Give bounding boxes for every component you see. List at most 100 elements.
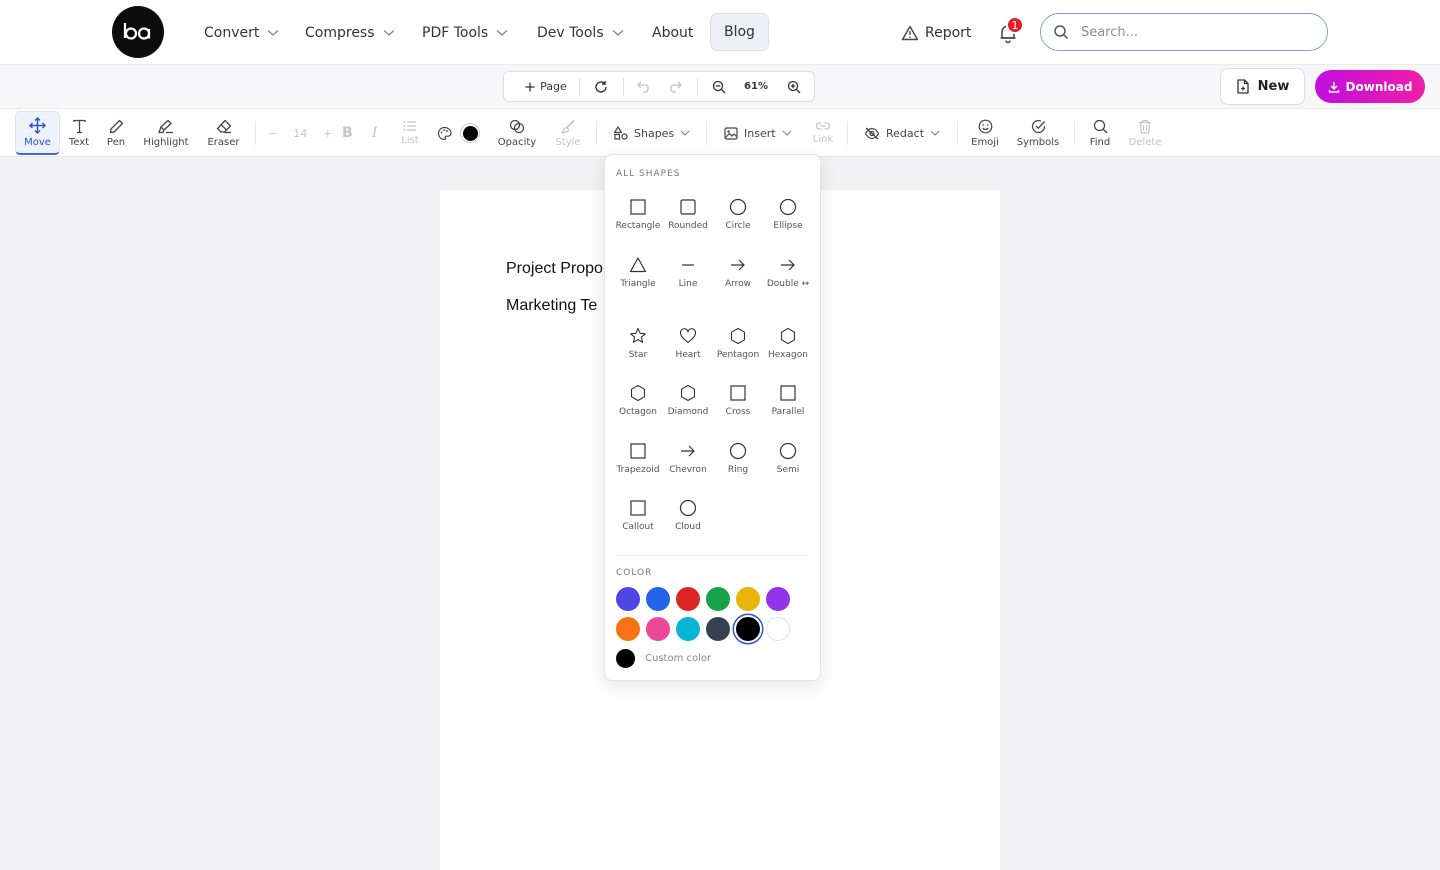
refresh-button[interactable] (586, 72, 616, 101)
nav-dev-tools[interactable]: Dev Tools (537, 0, 624, 65)
add-page-button[interactable]: Page (512, 72, 580, 101)
redo-icon (670, 81, 682, 93)
shape-cloud[interactable]: Cloud (663, 499, 713, 533)
color-swatch-indigo[interactable] (616, 587, 640, 611)
color-picker[interactable] (437, 109, 480, 157)
download-button[interactable]: Download (1315, 70, 1425, 103)
eraser-tool[interactable]: Eraser (201, 109, 246, 157)
line-icon (682, 264, 694, 266)
bold-button[interactable]: B (342, 109, 353, 157)
shape-rounded[interactable]: Rounded (663, 198, 713, 232)
nav-about-label: About (652, 24, 694, 41)
opacity-tool[interactable]: Opacity (493, 109, 541, 157)
color-swatch-pink[interactable] (646, 617, 670, 641)
link-tool[interactable]: Link (808, 109, 838, 157)
shape-trapezoid[interactable]: Trapezoid (613, 442, 663, 476)
insert-dropdown[interactable]: Insert (724, 109, 792, 157)
color-swatch-red[interactable] (676, 587, 700, 611)
shape-semi[interactable]: Semi (763, 442, 813, 476)
shape-label: Circle (725, 221, 751, 231)
shape-ring[interactable]: Ring (713, 442, 763, 476)
nav-pdf-tools[interactable]: PDF Tools (422, 0, 508, 65)
font-size-value[interactable]: 14 (293, 127, 307, 140)
symbols-tool[interactable]: Symbols (1014, 109, 1062, 157)
rectangle-icon (630, 199, 646, 215)
shape-label: Callout (622, 522, 654, 532)
nav-compress[interactable]: Compress (305, 0, 395, 65)
color-swatch-slate[interactable] (706, 617, 730, 641)
undo-button[interactable] (630, 72, 658, 101)
color-swatch-black-selected[interactable] (736, 617, 760, 641)
document-text-line[interactable]: Project Propo (506, 260, 603, 278)
shape-label: Cloud (675, 522, 701, 532)
octagon-icon (630, 384, 646, 402)
new-document-button[interactable]: New (1220, 68, 1305, 105)
color-swatch-blue[interactable] (646, 587, 670, 611)
nav-blog[interactable]: Blog (710, 13, 769, 51)
shapes-dropdown[interactable]: Shapes (614, 109, 690, 157)
shape-parallel[interactable]: Parallel (763, 384, 813, 418)
pen-tool[interactable]: Pen (100, 109, 132, 157)
chevron-down-icon (782, 130, 791, 136)
ellipse-icon (779, 198, 797, 216)
color-swatch-cyan[interactable] (676, 617, 700, 641)
image-icon (724, 126, 738, 140)
shape-arrow[interactable]: Arrow (713, 256, 763, 290)
font-size-decrease-button[interactable]: − (268, 127, 277, 140)
shape-octagon[interactable]: Octagon (613, 384, 663, 418)
shape-label: Rectangle (615, 221, 661, 231)
emoji-tool[interactable]: Emoji (968, 109, 1002, 157)
color-swatch-white[interactable] (766, 617, 790, 641)
custom-color-picker[interactable]: Custom color (616, 649, 711, 668)
document-text-line[interactable]: Marketing Te (506, 297, 597, 315)
check-circle-icon (1031, 119, 1045, 133)
shape-rectangle[interactable]: Rectangle (613, 198, 663, 232)
nav-about[interactable]: About (652, 0, 693, 65)
zoom-out-button[interactable] (705, 72, 733, 101)
shape-star[interactable]: Star (613, 327, 663, 361)
report-link[interactable]: Report (901, 0, 971, 65)
move-tool[interactable]: Move (15, 111, 60, 155)
zoom-in-button[interactable] (780, 72, 808, 101)
shape-line[interactable]: Line (663, 256, 713, 290)
font-size-increase-button[interactable]: + (323, 127, 332, 140)
nav-convert[interactable]: Convert (204, 0, 279, 65)
shape-label: Pentagon (716, 350, 760, 360)
find-tool[interactable]: Find (1086, 109, 1114, 157)
list-tool[interactable]: List (396, 109, 424, 157)
color-swatch-purple[interactable] (766, 587, 790, 611)
delete-tool[interactable]: Delete (1126, 109, 1164, 157)
search-input[interactable] (1081, 14, 1311, 50)
shape-ellipse[interactable]: Ellipse (763, 198, 813, 232)
link-label: Link (812, 134, 834, 145)
shape-heart[interactable]: Heart (663, 327, 713, 361)
divider (623, 78, 624, 96)
divider (255, 121, 256, 145)
shape-triangle[interactable]: Triangle (613, 256, 663, 290)
redact-dropdown[interactable]: Redact (864, 109, 940, 157)
style-tool[interactable]: Style (550, 109, 586, 157)
shape-double-arrow[interactable]: Double ↔ (763, 256, 813, 290)
shape-diamond[interactable]: Diamond (663, 384, 713, 418)
chevron-down-icon (267, 29, 279, 36)
color-swatch-yellow[interactable] (736, 587, 760, 611)
shape-cross[interactable]: Cross (713, 384, 763, 418)
shape-chevron[interactable]: Chevron (663, 442, 713, 476)
color-swatch-orange[interactable] (616, 617, 640, 641)
highlight-tool[interactable]: Highlight (140, 109, 192, 157)
chevron-down-icon (930, 130, 940, 136)
shape-pentagon[interactable]: Pentagon (713, 327, 763, 361)
redo-button[interactable] (661, 72, 689, 101)
arrow-icon (731, 259, 745, 271)
shape-callout[interactable]: Callout (613, 499, 663, 533)
shape-circle[interactable]: Circle (713, 198, 763, 232)
brand-logo[interactable] (112, 6, 164, 58)
text-tool[interactable]: Text (64, 109, 94, 157)
shapes-icon (614, 126, 628, 140)
current-color-swatch[interactable] (460, 123, 480, 143)
star-icon (630, 327, 646, 343)
italic-button[interactable]: I (372, 109, 378, 157)
pentagon-icon (730, 327, 746, 345)
color-swatch-green[interactable] (706, 587, 730, 611)
shape-hexagon[interactable]: Hexagon (763, 327, 813, 361)
